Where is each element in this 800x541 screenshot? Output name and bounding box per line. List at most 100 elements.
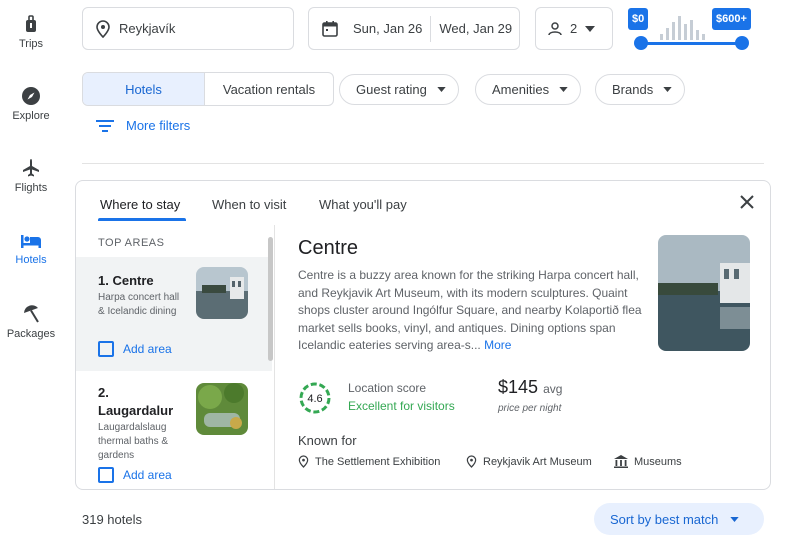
- dropdown-caret-icon: [437, 87, 446, 92]
- price-histogram-bar: [666, 28, 669, 40]
- suitcase-icon: [26, 15, 36, 32]
- price-histogram-bar: [702, 34, 705, 40]
- nav-hotels-label: Hotels: [15, 254, 47, 266]
- property-type-toggle: Hotels Vacation rentals: [82, 72, 334, 106]
- airplane-icon: [23, 159, 39, 177]
- known-for-label: The Settlement Exhibition: [315, 455, 441, 468]
- price-range-slider[interactable]: $0 $600+: [626, 6, 756, 54]
- more-link[interactable]: More: [484, 338, 511, 352]
- location-score-ring: 4.6: [299, 382, 331, 414]
- nav-explore-label: Explore: [12, 110, 50, 122]
- add-area-checkbox[interactable]: [98, 467, 114, 483]
- area-name: 1. Centre: [98, 273, 154, 288]
- dropdown-caret-icon: [585, 25, 596, 32]
- dropdown-caret-icon: [730, 516, 740, 522]
- area-detail-description: Centre is a buzzy area known for the str…: [298, 267, 648, 355]
- price-max-handle[interactable]: [735, 36, 749, 50]
- date-picker[interactable]: Sun, Jan 26 Wed, Jan 29: [308, 7, 520, 50]
- price-min-label: $0: [628, 8, 649, 30]
- price-amount: $145: [498, 377, 539, 397]
- area-name: 2.: [98, 385, 109, 400]
- area-detail: Centre Centre is a buzzy area known for …: [298, 233, 768, 489]
- top-areas-heading: TOP AREAS: [98, 237, 165, 249]
- description-text: Centre is a buzzy area known for the str…: [298, 268, 642, 352]
- price-min-handle[interactable]: [634, 36, 648, 50]
- area-name: Laugardalur: [98, 403, 174, 418]
- museum-icon: [614, 455, 628, 468]
- area-thumbnail: [196, 383, 248, 435]
- guests-selector[interactable]: 2: [535, 7, 613, 50]
- person-icon: [548, 21, 562, 35]
- brands-label: Brands: [612, 82, 654, 97]
- active-tab-indicator: [98, 218, 186, 221]
- known-for-heading: Known for: [298, 433, 357, 448]
- known-for-item[interactable]: Museums: [614, 455, 682, 468]
- area-thumbnail: [196, 267, 248, 319]
- area-insights-card: Where to stay When to visit What you'll …: [75, 180, 771, 490]
- nav-flights-label: Flights: [14, 182, 48, 194]
- nav-hotels[interactable]: Hotels: [0, 232, 62, 266]
- location-pin-icon: [96, 19, 110, 38]
- amenities-label: Amenities: [492, 82, 550, 97]
- brands-filter[interactable]: Brands: [595, 74, 686, 105]
- nav-flights[interactable]: Flights: [0, 158, 62, 194]
- dropdown-caret-icon: [559, 87, 568, 92]
- guest-rating-label: Guest rating: [356, 82, 427, 97]
- location-input[interactable]: Reykjavík: [82, 7, 294, 50]
- beach-umbrella-icon: [24, 305, 39, 323]
- known-for-item[interactable]: The Settlement Exhibition: [298, 455, 440, 468]
- location-pin-icon: [298, 455, 309, 468]
- price-histogram-bar: [660, 34, 663, 40]
- more-filters-button[interactable]: More filters: [96, 118, 190, 133]
- location-score-rating: Excellent for visitors: [348, 399, 455, 413]
- area-item-centre[interactable]: 1. Centre Harpa concert hall & Icelandic…: [76, 257, 272, 371]
- area-description: Harpa concert hall & Icelandic dining: [98, 292, 180, 317]
- area-list-scrollbar[interactable]: [268, 237, 273, 361]
- calendar-icon: [322, 20, 338, 37]
- location-score-value: 4.6: [307, 393, 322, 405]
- price-histogram-bar: [696, 30, 699, 40]
- price-slider-track: [640, 42, 742, 45]
- location-score-label: Location score: [348, 381, 427, 395]
- price-max-label: $600+: [712, 8, 751, 30]
- tab-what-youll-pay[interactable]: What you'll pay: [319, 197, 407, 212]
- results-count: 319 hotels: [82, 512, 142, 527]
- sort-dropdown[interactable]: Sort by best match: [594, 503, 764, 535]
- price-histogram-bar: [678, 16, 681, 40]
- add-area-label: Add area: [123, 342, 172, 356]
- more-filters-label: More filters: [126, 118, 191, 133]
- amenities-filter[interactable]: Amenities: [475, 74, 582, 105]
- guest-rating-filter[interactable]: Guest rating: [339, 74, 459, 105]
- add-area-checkbox[interactable]: [98, 341, 114, 357]
- known-for-item[interactable]: Reykjavik Art Museum: [466, 455, 592, 468]
- area-photo: [658, 235, 750, 351]
- tab-when-to-visit[interactable]: When to visit: [212, 197, 286, 212]
- check-in-date[interactable]: Sun, Jan 26: [353, 21, 422, 36]
- add-area-button[interactable]: Add area: [98, 341, 172, 357]
- area-item-laugardalur[interactable]: 2. Laugardalur Laugardalslaug thermal ba…: [76, 371, 272, 489]
- price-histogram-bar: [672, 22, 675, 40]
- nav-trips-label: Trips: [18, 38, 44, 50]
- section-divider: [82, 163, 764, 164]
- close-icon[interactable]: [740, 195, 754, 209]
- filter-lines-icon: [96, 119, 114, 132]
- hotels-toggle[interactable]: Hotels: [83, 73, 205, 105]
- check-out-date[interactable]: Wed, Jan 29: [439, 21, 512, 36]
- average-price: $145 avg: [498, 377, 562, 398]
- vacation-rentals-toggle[interactable]: Vacation rentals: [205, 73, 333, 105]
- nav-trips[interactable]: Trips: [0, 14, 62, 50]
- add-area-button[interactable]: Add area: [98, 467, 172, 483]
- panel-divider: [274, 225, 275, 489]
- tab-where-to-stay[interactable]: Where to stay: [100, 197, 180, 212]
- price-unit: avg: [543, 382, 563, 396]
- price-histogram-bar: [690, 20, 693, 40]
- nav-packages[interactable]: Packages: [0, 304, 62, 340]
- guests-count: 2: [570, 21, 578, 36]
- price-histogram-bar: [684, 24, 687, 40]
- compass-icon: [22, 87, 40, 105]
- nav-explore[interactable]: Explore: [0, 86, 62, 122]
- dropdown-caret-icon: [663, 87, 672, 92]
- known-for-label: Reykjavik Art Museum: [483, 455, 592, 468]
- top-areas-list: TOP AREAS 1. Centre Harpa concert hall &…: [76, 231, 272, 489]
- area-title: Centre: [298, 237, 359, 259]
